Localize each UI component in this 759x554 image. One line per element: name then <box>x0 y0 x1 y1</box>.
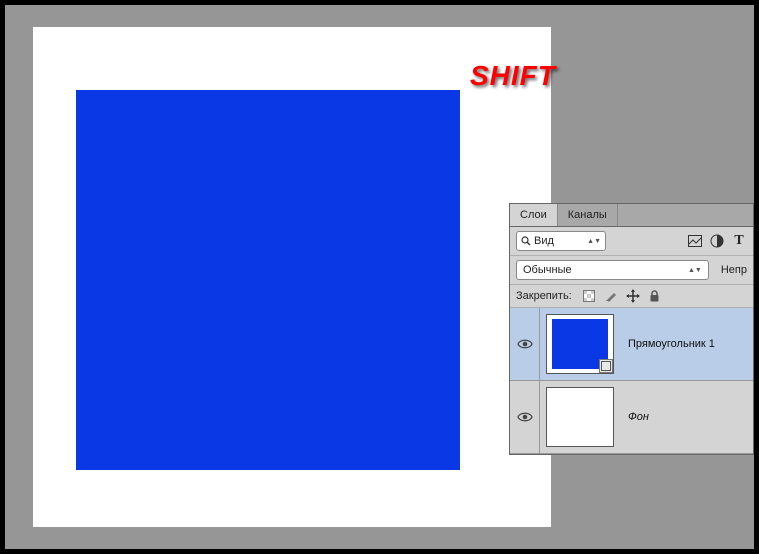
lock-pixels-icon[interactable] <box>604 289 618 303</box>
lock-row: Закрепить: <box>510 285 753 308</box>
opacity-label: Непр <box>721 264 747 276</box>
panel-tabs: Слои Каналы <box>510 204 753 227</box>
lock-label: Закрепить: <box>516 290 572 302</box>
blend-mode-value: Обычные <box>523 264 572 276</box>
tab-channels[interactable]: Каналы <box>558 204 618 226</box>
layer-filter-dropdown[interactable]: Вид ▲▼ <box>516 231 606 251</box>
visibility-toggle[interactable] <box>510 308 540 380</box>
stepper-icon: ▲▼ <box>688 268 702 273</box>
lock-all-icon[interactable] <box>648 289 662 303</box>
layer-name-label[interactable]: Фон <box>628 411 649 423</box>
lock-position-icon[interactable] <box>626 289 640 303</box>
stepper-icon: ▲▼ <box>587 239 601 244</box>
keyboard-hint-label: SHIFT <box>470 60 556 92</box>
shape-layer-badge-icon <box>599 359 613 373</box>
tab-layers[interactable]: Слои <box>510 204 558 226</box>
filter-row: Вид ▲▼ T <box>510 227 753 256</box>
layer-thumbnail[interactable] <box>546 314 614 374</box>
visibility-toggle[interactable] <box>510 381 540 453</box>
layers-list: Прямоугольник 1 Фон <box>510 308 753 454</box>
text-filter-icon[interactable]: T <box>731 233 747 249</box>
eye-icon <box>517 338 533 350</box>
rectangle-shape[interactable] <box>76 90 460 470</box>
layer-thumbnail[interactable] <box>546 387 614 447</box>
blend-mode-dropdown[interactable]: Обычные ▲▼ <box>516 260 709 280</box>
search-icon <box>521 236 531 246</box>
layer-row-background[interactable]: Фон <box>510 381 753 454</box>
adjustment-filter-icon[interactable] <box>709 233 725 249</box>
image-filter-icon[interactable] <box>687 233 703 249</box>
layers-panel: Слои Каналы Вид ▲▼ T Обычные ▲▼ <box>509 203 754 455</box>
canvas-area: SHIFT Слои Каналы Вид ▲▼ T <box>5 5 754 549</box>
layer-row-rectangle[interactable]: Прямоугольник 1 <box>510 308 753 381</box>
eye-icon <box>517 411 533 423</box>
filter-label: Вид <box>534 235 587 247</box>
layer-name-label[interactable]: Прямоугольник 1 <box>628 338 715 350</box>
blend-row: Обычные ▲▼ Непр <box>510 256 753 285</box>
lock-transparency-icon[interactable] <box>582 289 596 303</box>
